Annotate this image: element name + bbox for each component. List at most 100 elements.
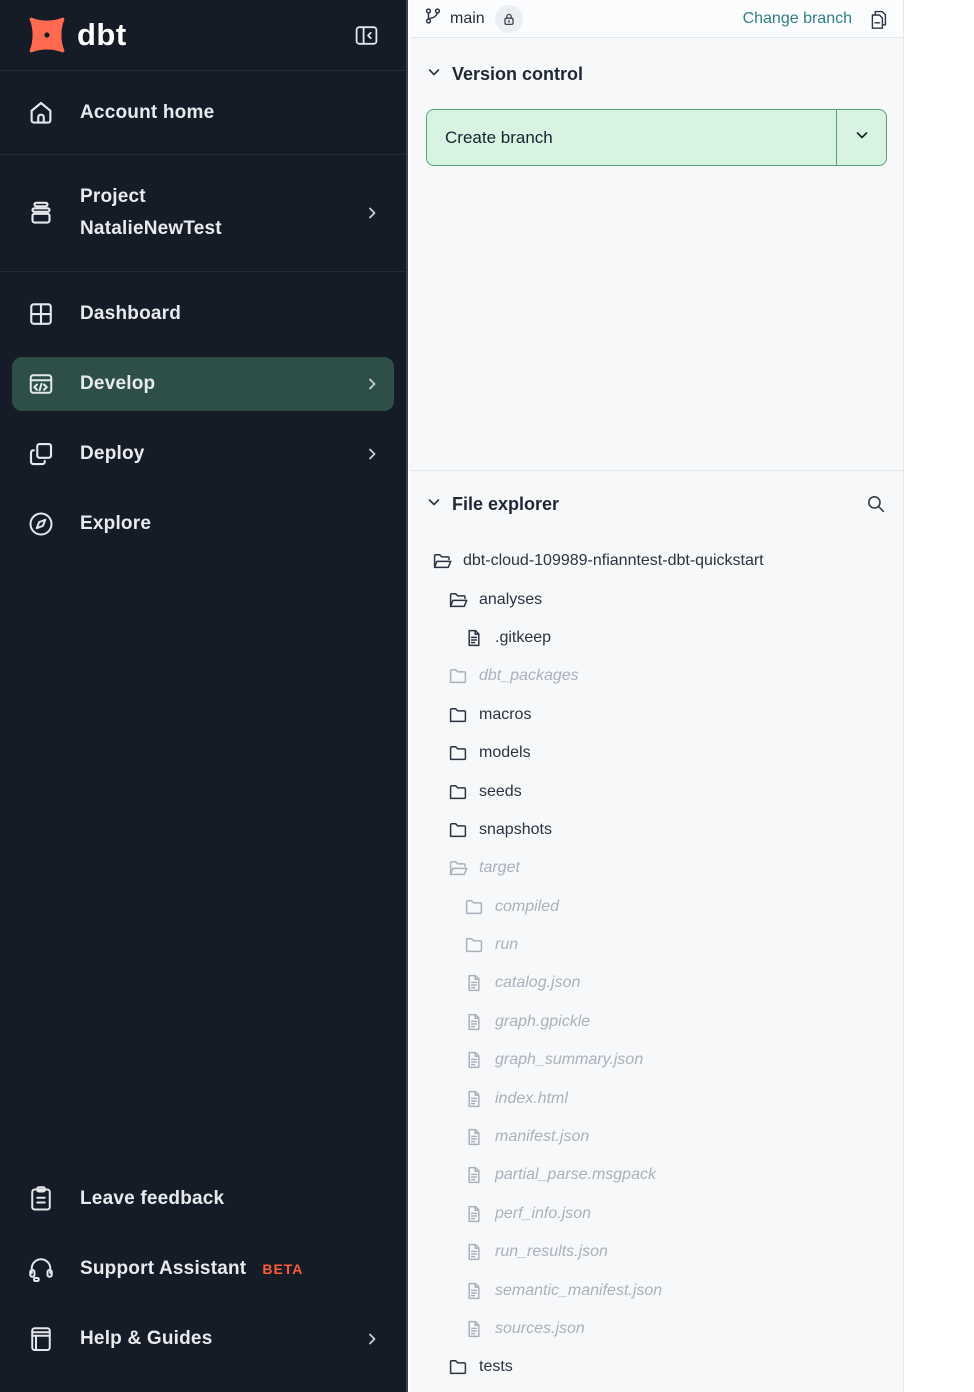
book-icon [26,1324,56,1354]
leave-feedback-label: Leave feedback [80,1188,224,1210]
search-icon[interactable] [865,493,887,515]
tree-item-label: run_results.json [495,1243,608,1261]
tree-item[interactable]: tests [426,1348,887,1386]
tree-item[interactable]: manifest.json [426,1118,887,1156]
chevron-right-icon [364,446,380,462]
tree-item-label: snapshots [479,821,552,839]
sidebar-item-account-home[interactable]: Account home [0,71,406,155]
project-name: NatalieNewTest [80,213,222,245]
sidebar: dbt Account home [0,0,408,1392]
folder-open-icon [448,858,468,878]
tree-item[interactable]: compiled [426,888,887,926]
tree-item[interactable]: graph_summary.json [426,1041,887,1079]
file-icon [464,1281,484,1301]
beta-badge: BETA [262,1261,303,1277]
folder-open-icon [432,551,452,571]
tree-item[interactable]: graph.gpickle [426,1003,887,1041]
copy-icon[interactable] [867,8,889,30]
sidebar-footer: Leave feedback Support Assistant BETA [0,1164,406,1392]
file-explorer-header[interactable]: File explorer [426,493,887,515]
create-branch-dropdown-button[interactable] [836,110,886,165]
tree-item-label: compiled [495,898,559,916]
tree-item[interactable]: analyses [426,580,887,618]
sidebar-item-dashboard[interactable]: Dashboard [12,287,394,341]
tree-item[interactable]: run [426,926,887,964]
tree-item[interactable]: semantic_manifest.json [426,1271,887,1309]
tree-item-label: catalog.json [495,974,580,992]
tree-item[interactable]: dbt-cloud-109989-nfianntest-dbt-quicksta… [426,542,887,580]
project-label: Project [80,181,222,213]
file-icon [464,1127,484,1147]
git-branch-icon [424,7,442,30]
sidebar-item-help-guides[interactable]: Help & Guides [12,1312,394,1366]
sidebar-item-explore[interactable]: Explore [12,497,394,551]
tree-item-label: models [479,744,531,762]
folder-icon [448,1357,468,1377]
tree-item[interactable]: .gitkeep [426,619,887,657]
tree-item-label: macros [479,706,531,724]
chevron-down-icon [854,127,870,148]
sidebar-item-develop[interactable]: Develop [12,357,394,411]
file-icon [464,1089,484,1109]
develop-side-panel: main Change branch [410,0,903,1392]
sidebar-item-deploy[interactable]: Deploy [12,427,394,481]
chevron-down-icon [426,64,442,85]
folder-icon [448,820,468,840]
tree-item[interactable]: index.html [426,1079,887,1117]
tree-item-label: manifest.json [495,1128,589,1146]
folder-icon [448,705,468,725]
create-branch-label: Create branch [445,128,553,148]
tree-item[interactable]: dbt_packages [426,657,887,695]
file-icon [464,973,484,993]
change-branch-link[interactable]: Change branch [743,10,852,28]
tree-item[interactable]: sources.json [426,1310,887,1348]
tree-item-label: .gitkeep [495,629,551,647]
sidebar-item-leave-feedback[interactable]: Leave feedback [12,1172,394,1226]
tree-item[interactable]: models [426,734,887,772]
file-explorer-section: File explorer dbt-cloud-109989-nfianntes… [410,471,903,1387]
deploy-icon [26,439,56,469]
dbt-logo-icon[interactable] [26,14,68,56]
tree-item-label: index.html [495,1090,568,1108]
sidebar-item-project[interactable]: Project NatalieNewTest [0,155,406,272]
tree-item-label: target [479,859,520,877]
create-branch-split-button: Create branch [426,109,887,166]
dashboard-label: Dashboard [80,303,181,325]
tree-item[interactable]: snapshots [426,811,887,849]
tree-item[interactable]: macros [426,696,887,734]
tree-item[interactable]: catalog.json [426,964,887,1002]
tree-item-label: sources.json [495,1320,585,1338]
tree-item-label: tests [479,1358,513,1376]
file-icon [464,1204,484,1224]
version-control-header[interactable]: Version control [426,64,887,85]
dbt-wordmark: dbt [77,17,127,53]
tree-item-label: partial_parse.msgpack [495,1166,656,1184]
collapse-sidebar-icon[interactable] [352,21,380,49]
tree-item-label: dbt_packages [479,667,579,685]
chevron-right-icon [364,205,380,221]
tree-item[interactable]: seeds [426,772,887,810]
tree-item[interactable]: target [426,849,887,887]
tree-item[interactable]: partial_parse.msgpack [426,1156,887,1194]
tree-item-label: graph.gpickle [495,1013,590,1031]
tree-item[interactable]: perf_info.json [426,1195,887,1233]
headset-icon [26,1254,56,1284]
help-guides-label: Help & Guides [80,1328,212,1350]
sidebar-logo-row: dbt [0,0,406,71]
folder-icon [448,782,468,802]
chevron-down-icon [426,494,442,515]
sidebar-item-support-assistant[interactable]: Support Assistant BETA [12,1242,394,1296]
home-icon [26,98,56,128]
file-icon [464,1242,484,1262]
project-stack-icon [26,198,56,228]
version-control-title: Version control [452,64,583,85]
sidebar-spacer [0,559,406,1164]
create-branch-button[interactable]: Create branch [427,110,836,165]
tree-item-label: run [495,936,518,954]
feedback-clipboard-icon [26,1184,56,1214]
folder-icon [448,743,468,763]
tree-item-label: graph_summary.json [495,1051,643,1069]
dashboard-icon [26,299,56,329]
chevron-right-icon [364,1331,380,1347]
tree-item[interactable]: run_results.json [426,1233,887,1271]
